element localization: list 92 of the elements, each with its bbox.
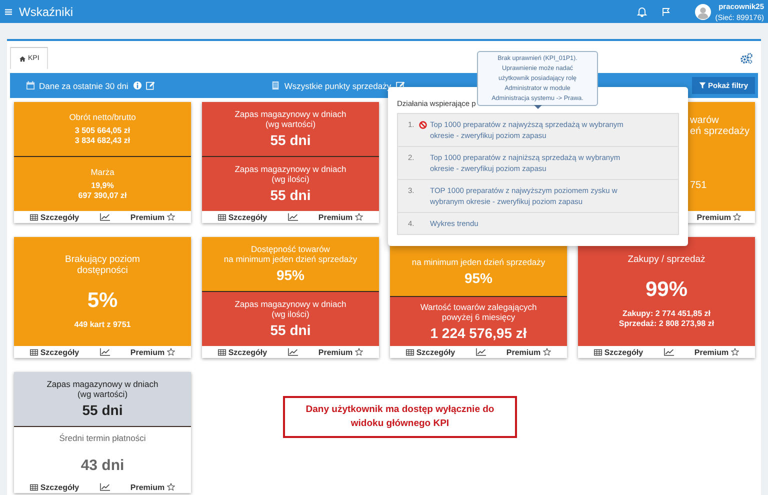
details-link[interactable]: Szczegóły <box>30 212 80 222</box>
kpi-detail: 449 kart z 9751 <box>74 320 131 330</box>
kpi-title: (wg ilości) <box>272 309 310 319</box>
kpi-title: Wartość towarów zalegających <box>420 302 537 312</box>
kpi-value: 5% <box>87 288 118 314</box>
access-note: Dany użytkownik ma dostęp wyłącznie do widoku głównego KPI <box>283 396 517 438</box>
kpi-value: 1 224 576,95 zł <box>430 324 527 342</box>
points-label: Wszystkie punkty sprzedaży <box>284 80 392 90</box>
kpi-value: 99% <box>645 277 688 303</box>
kpi-title: Dostępność towarów <box>251 244 330 254</box>
kpi-title: Brakujący poziom <box>65 254 140 264</box>
chart-icon[interactable] <box>100 483 110 491</box>
settings-icon[interactable] <box>740 52 753 64</box>
kpi-value: 43 dni <box>80 457 124 475</box>
kpi-value: 55 dni <box>270 186 311 204</box>
details-link[interactable]: Szczegóły <box>594 348 644 356</box>
store-icon <box>271 81 280 90</box>
premium-link[interactable]: Premium <box>130 212 175 222</box>
premium-link[interactable]: Premium <box>130 348 175 356</box>
period-label: Dane za ostatnie 30 dni <box>39 80 128 90</box>
table-icon <box>218 214 226 220</box>
menu-icon[interactable] <box>5 8 12 14</box>
bell-icon[interactable] <box>637 6 648 16</box>
premium-link[interactable]: Premium <box>318 212 363 222</box>
kpi-value: 55 dni <box>270 131 311 149</box>
chart-icon[interactable] <box>288 213 298 221</box>
chart-icon[interactable] <box>476 348 486 356</box>
chart-icon[interactable] <box>288 348 298 356</box>
avatar-icon[interactable] <box>695 4 712 20</box>
details-link[interactable]: Szczegóły <box>30 482 80 492</box>
star-icon <box>733 213 741 221</box>
calendar-icon <box>26 81 35 90</box>
premium-link[interactable]: Premium <box>318 348 363 356</box>
no-entry-icon <box>419 121 427 129</box>
kpi-title: (wg wartości) <box>77 389 128 399</box>
kpi-title: na minimum jeden dzień sprzedaży <box>412 256 546 266</box>
kpi-value: 55 dni <box>270 321 311 339</box>
star-icon <box>354 213 363 221</box>
star-icon <box>166 213 175 221</box>
flag-icon[interactable] <box>661 6 672 16</box>
star-icon <box>166 483 175 491</box>
details-link[interactable]: Szczegóły <box>218 348 268 356</box>
table-icon <box>30 348 38 356</box>
kpi-detail: 19,9% <box>91 181 114 191</box>
premium-link[interactable]: Premium <box>130 482 175 492</box>
page-title: Wskaźniki <box>19 4 74 18</box>
kpi-title: Zapas magazynowy w dniach <box>234 109 346 119</box>
kpi-title: Marża <box>90 167 114 177</box>
kpi-value: 95% <box>464 268 493 286</box>
kpi-detail: 3 834 682,43 zł <box>74 136 130 146</box>
kpi-title: na minimum jeden dzień sprzedaży <box>224 254 358 264</box>
star-icon <box>354 348 363 356</box>
details-link[interactable]: Szczegóły <box>406 348 456 356</box>
kpi-value: 55 dni <box>82 401 123 419</box>
kpi-title: (wg ilości) <box>272 174 310 184</box>
info-icon[interactable] <box>133 81 142 90</box>
kpi-title: warów <box>690 115 719 126</box>
kpi-title: Zapas magazynowy w dniach <box>46 379 158 389</box>
kpi-detail: 697 390,07 zł <box>78 191 127 201</box>
kpi-title: dostępności <box>77 264 128 276</box>
kpi-title: Obrót netto/brutto <box>69 112 136 122</box>
table-icon <box>30 214 38 220</box>
kpi-detail: 751 <box>690 181 707 191</box>
kpi-detail: Sprzedaż: 2 808 273,98 zł <box>618 319 714 329</box>
details-link[interactable]: Szczegóły <box>218 212 268 222</box>
premium-link[interactable]: Premium <box>696 212 741 222</box>
kpi-title: Zakupy / sprzedaż <box>628 254 706 265</box>
kpi-detail: 3 505 664,05 zł <box>74 126 130 136</box>
filter-icon <box>698 82 706 89</box>
table-icon <box>594 348 602 356</box>
kpi-title: eń sprzedaży <box>690 126 750 137</box>
star-icon <box>166 348 175 356</box>
kpi-detail: Zakupy: 2 774 451,85 zł <box>622 309 711 319</box>
kpi-title: powyżej 6 miesięcy <box>442 312 516 322</box>
chart-icon[interactable] <box>100 348 110 356</box>
kpi-title: Zapas magazynowy w dniach <box>234 164 346 174</box>
table-icon <box>30 484 38 490</box>
kpi-value: 95% <box>276 266 305 284</box>
premium-link[interactable]: Premium <box>506 348 551 356</box>
kpi-title: (wg wartości) <box>265 119 316 129</box>
details-link[interactable]: Szczegóły <box>30 348 80 356</box>
chart-icon[interactable] <box>664 348 674 356</box>
star-icon <box>542 348 551 356</box>
star-icon <box>730 348 739 356</box>
chart-icon[interactable] <box>100 213 110 221</box>
home-icon <box>19 56 26 62</box>
kpi-title: Zapas magazynowy w dniach <box>234 299 346 309</box>
premium-link[interactable]: Premium <box>694 348 739 356</box>
kpi-title: Średni termin płatności <box>59 433 146 443</box>
table-icon <box>218 348 226 356</box>
edit-icon[interactable] <box>146 81 156 90</box>
table-icon <box>406 348 414 356</box>
